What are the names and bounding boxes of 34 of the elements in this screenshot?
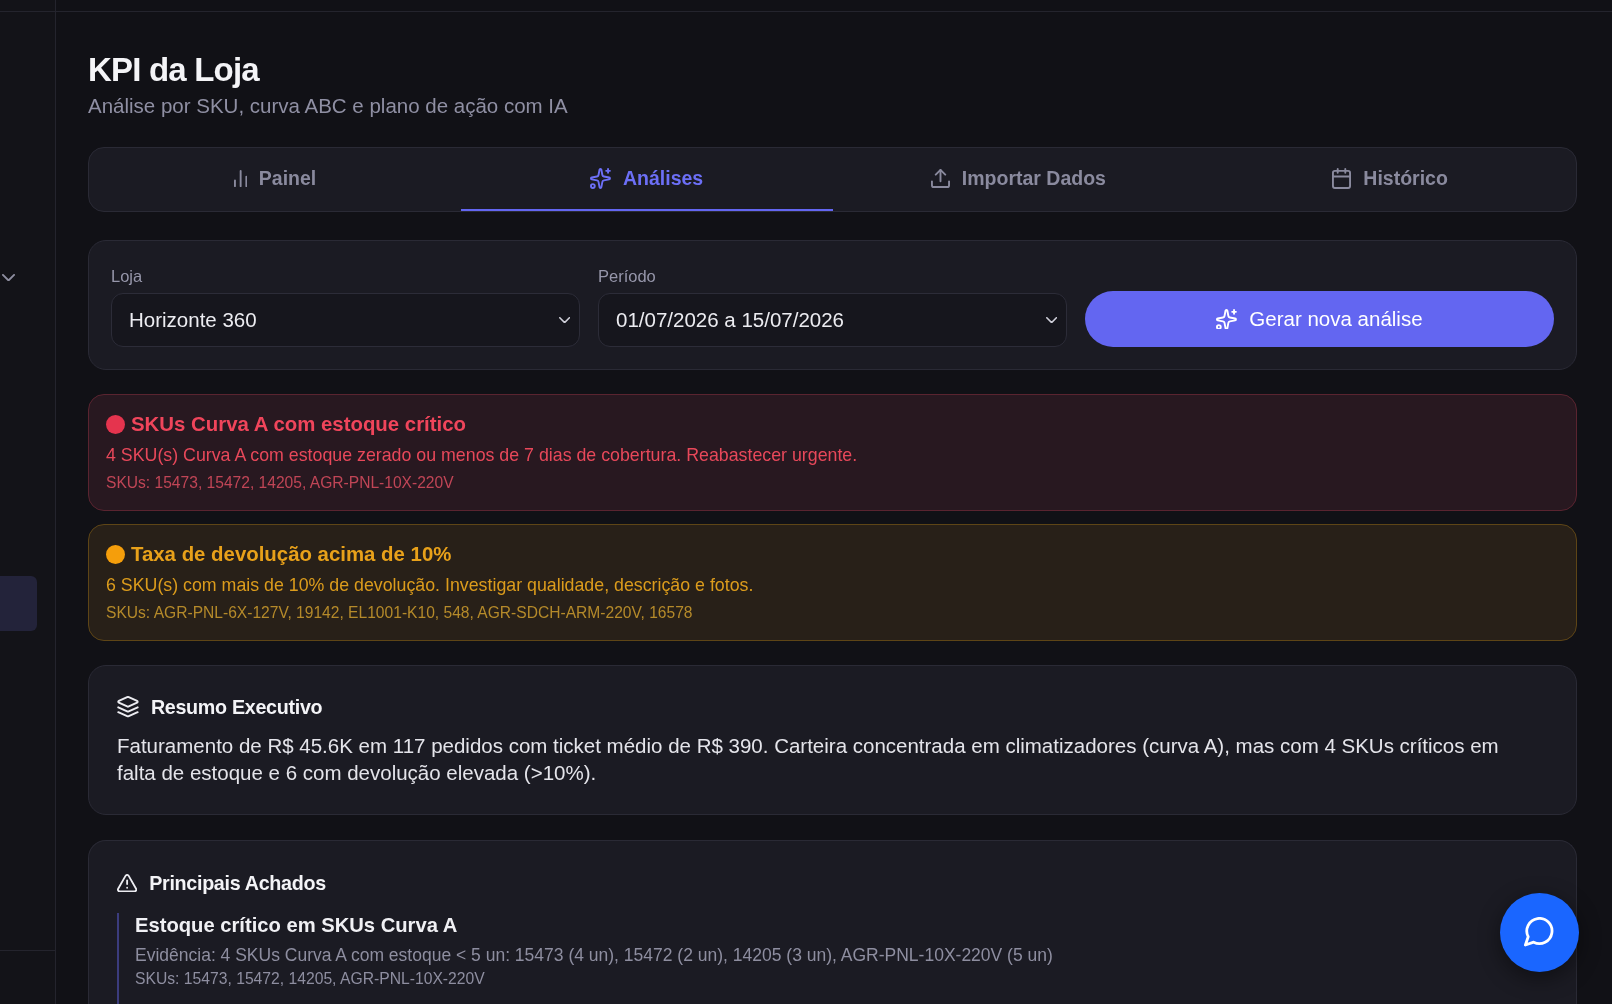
alert-message: 6 SKU(s) com mais de 10% de devolução. Investigar qualidade, descrição e fotos. bbox=[106, 574, 754, 597]
chevron-down-icon bbox=[1045, 316, 1057, 324]
sparkles-icon bbox=[590, 168, 611, 189]
finding-evidence: Evidência: 4 SKUs Curva A com estoque < 5 un: 15473 (4 un), 15472 (2 un), 14205 (3 un), AGR-PNL-10X-220V (5 un) bbox=[135, 944, 1053, 966]
generate-analysis-button[interactable]: Gerar nova análise bbox=[1085, 291, 1554, 347]
chevron-down-icon[interactable] bbox=[2, 274, 15, 282]
alert-sku-list: SKUs: 15473, 15472, 14205, AGR-PNL-10X-220V bbox=[106, 472, 454, 494]
tab[interactable]: Análises bbox=[460, 148, 833, 211]
bar-chart-icon bbox=[233, 169, 247, 188]
finding-title: Estoque crítico em SKUs Curva A bbox=[135, 913, 458, 937]
section-title: Resumo Executivo bbox=[150, 695, 323, 719]
warning-icon bbox=[117, 873, 138, 893]
finding-sku-list: SKUs: 15473, 15472, 14205, AGR-PNL-10X-220V bbox=[135, 968, 485, 990]
store-select[interactable]: Horizonte 360 bbox=[111, 293, 580, 347]
tab[interactable]: Histórico bbox=[1204, 148, 1576, 211]
alert-title: SKUs Curva A com estoque crítico bbox=[131, 412, 467, 437]
layers-icon bbox=[117, 696, 139, 718]
chevron-down-icon bbox=[558, 316, 570, 324]
calendar-icon bbox=[1332, 168, 1352, 189]
tab[interactable]: Importar Dados bbox=[832, 148, 1205, 211]
field-label: Período bbox=[598, 266, 656, 286]
alert-title: Taxa de devolução acima de 10% bbox=[131, 542, 452, 567]
alert-sku-list: SKUs: AGR-PNL-6X-127V, 19142, EL1001-K10, 548, AGR-SDCH-ARM-220V, 16578 bbox=[106, 602, 693, 624]
upload-icon bbox=[930, 169, 950, 188]
chat-bubble-icon bbox=[1524, 917, 1555, 948]
field-label: Loja bbox=[111, 266, 143, 286]
tab[interactable]: Painel bbox=[89, 148, 461, 211]
page-subtitle: Análise por SKU, curva ABC e plano de ação com IA bbox=[88, 93, 569, 119]
summary-text: Faturamento de R$ 45.6K em 117 pedidos com ticket médio de R$ 390. Carteira concentrada em climatizadores (curva A), mas com 4 SKUs críticos em falta de estoque e 6 com devolução elevada (>10%). bbox=[117, 733, 1500, 786]
sparkles-icon bbox=[1216, 308, 1238, 330]
period-select[interactable]: 01/07/2026 a 15/07/2026 bbox=[598, 293, 1067, 347]
alert-message: 4 SKU(s) Curva A com estoque zerado ou menos de 7 dias de cobertura. Reabastecer urgente. bbox=[106, 444, 858, 467]
section-title: Principais Achados bbox=[149, 871, 326, 895]
page-title: KPI da Loja bbox=[88, 50, 261, 90]
